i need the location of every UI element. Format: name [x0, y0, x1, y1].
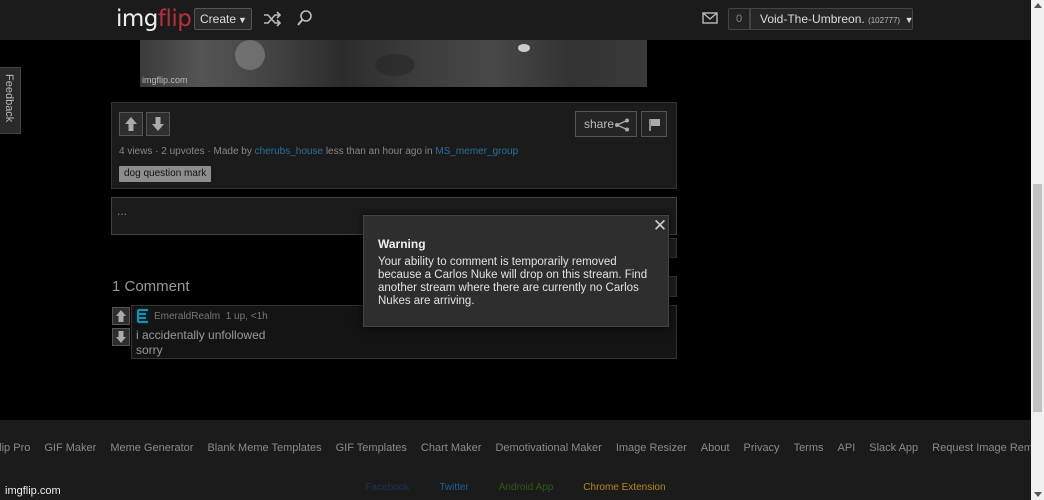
comment-username[interactable]: EmeraldRealm [154, 311, 220, 322]
dialog-title: Warning [378, 237, 426, 251]
imgflip-logo[interactable]: imgflip [116, 6, 192, 32]
footer-link[interactable]: GIF Maker [44, 442, 96, 454]
footer-link[interactable]: Privacy [744, 442, 780, 454]
meme-tag[interactable]: dog question mark [119, 166, 212, 182]
comments-heading: 1 Comment [112, 278, 190, 295]
arrow-down-icon [152, 117, 164, 131]
create-button[interactable]: Create ▼ [194, 8, 252, 30]
mail-icon[interactable] [702, 11, 718, 25]
downvote-button[interactable] [146, 112, 170, 136]
footer-links: Imgflip Pro GIF Maker Meme Generator Bla… [0, 442, 1044, 454]
scrollbar-thumb[interactable] [1033, 184, 1042, 412]
footer-link[interactable]: Slack App [869, 442, 918, 454]
twitter-link[interactable]: Twitter [439, 482, 468, 493]
share-button[interactable]: share [575, 111, 637, 137]
footer-link[interactable]: Request Image Removal [932, 442, 1044, 454]
report-button[interactable] [641, 111, 667, 137]
shuffle-icon[interactable] [262, 9, 282, 29]
site-watermark: imgflip.com [5, 485, 61, 497]
footer-link[interactable]: Terms [794, 442, 824, 454]
arrow-down-icon [116, 331, 126, 343]
footer-link[interactable]: Image Resizer [616, 442, 687, 454]
post-stats: 4 views · 2 upvotes · Made by cherubs_ho… [119, 146, 519, 157]
chevron-down-icon: ▼ [238, 15, 247, 25]
footer-link[interactable]: Meme Generator [110, 442, 193, 454]
flag-icon [649, 119, 660, 131]
scroll-up-icon[interactable] [1034, 3, 1042, 8]
notification-count[interactable]: 0 [728, 8, 750, 30]
upvote-button[interactable] [119, 112, 143, 136]
warning-dialog: ✕ Warning Your ability to comment is tem… [363, 215, 669, 327]
footer-link[interactable]: Imgflip Pro [0, 442, 30, 454]
top-navbar: imgflip Create ▼ 0 Void-The-Umbreon. (102… [0, 0, 1031, 40]
chrome-extension-link[interactable]: Chrome Extension [583, 482, 665, 493]
comment-text: sorry [136, 343, 163, 357]
footer-link[interactable]: API [838, 442, 856, 454]
share-icon [615, 118, 629, 132]
footer-link[interactable]: Blank Meme Templates [207, 442, 321, 454]
meme-image[interactable]: imgflip.com [140, 40, 647, 87]
footer-link[interactable]: Chart Maker [421, 442, 482, 454]
search-icon[interactable] [296, 9, 314, 29]
footer-link[interactable]: About [701, 442, 730, 454]
footer-social-links: Facebook Twitter Android App Chrome Exte… [0, 482, 1031, 493]
stream-link[interactable]: MS_memer_group [435, 146, 518, 157]
comment-text: i accidentally unfollowed [136, 328, 266, 342]
avatar[interactable] [135, 308, 151, 324]
feedback-tab[interactable]: Feedback [0, 67, 21, 134]
user-menu-button[interactable]: Void-The-Umbreon. (102777) ▼ [750, 8, 914, 30]
comment-user-line: EmeraldRealm 1 up, <1h [154, 311, 268, 322]
comment-downvote-button[interactable] [112, 328, 130, 346]
facebook-link[interactable]: Facebook [365, 482, 409, 493]
android-app-link[interactable]: Android App [499, 482, 554, 493]
post-info-panel: share 4 views · 2 upvotes · Made by cher… [111, 102, 677, 189]
author-link[interactable]: cherubs_house [255, 146, 323, 157]
arrow-up-icon [125, 117, 137, 131]
comment-upvote-button[interactable] [112, 307, 130, 325]
dialog-message: Your ability to comment is temporarily r… [378, 256, 648, 307]
arrow-up-icon [116, 310, 126, 322]
footer-link[interactable]: Demotivational Maker [495, 442, 601, 454]
chevron-down-icon: ▼ [902, 15, 914, 25]
footer: Imgflip Pro GIF Maker Meme Generator Bla… [0, 420, 1044, 500]
image-watermark: imgflip.com [142, 75, 188, 85]
footer-link[interactable]: GIF Templates [336, 442, 407, 454]
scroll-down-icon[interactable] [1034, 492, 1042, 497]
close-icon[interactable]: ✕ [652, 217, 668, 234]
